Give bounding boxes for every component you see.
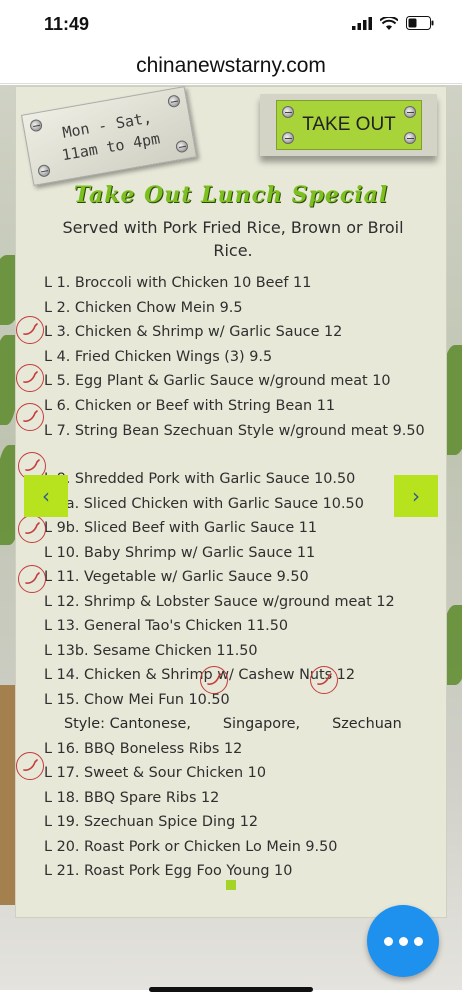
- address-bar[interactable]: chinanewstarny.com: [0, 48, 462, 84]
- url-text: chinanewstarny.com: [136, 53, 326, 77]
- menu-item: L 13b. Sesame Chicken 11.50: [44, 642, 258, 659]
- menu-item: L 14. Chicken & Shrimp w/ Cashew Nuts 12: [44, 667, 355, 683]
- signal-icon: [352, 16, 372, 30]
- style-options: Style: Cantonese, Singapore, Szechuan: [64, 716, 402, 732]
- menu-item: L 2. Chicken Chow Mein 9.5: [44, 299, 243, 316]
- wifi-icon: [380, 16, 398, 30]
- menu-item: L 18. BBQ Spare Ribs 12: [44, 789, 220, 806]
- served-with-text: Served with Pork Fried Rice, Brown or Br…: [62, 218, 404, 260]
- takeout-plate: TAKE OUT: [260, 94, 437, 156]
- menu-item: L 10. Baby Shrimp w/ Garlic Sauce 11: [44, 544, 316, 561]
- chili-pepper-icon: [16, 752, 44, 780]
- chili-pepper-icon: [18, 565, 46, 593]
- home-indicator: [149, 987, 313, 992]
- menu-item: L 17. Sweet & Sour Chicken 10: [44, 765, 266, 781]
- menu-item: L 20. Roast Pork or Chicken Lo Mein 9.50: [44, 838, 338, 855]
- special-title: Take Out Lunch Special: [73, 182, 389, 208]
- status-time: 11:49: [44, 14, 90, 34]
- chili-pepper-icon: [16, 316, 44, 344]
- chili-pepper-icon: [200, 666, 228, 694]
- menu-item: L 19. Szechuan Spice Ding 12: [44, 814, 259, 830]
- menu-item: L 3. Chicken & Shrimp w/ Garlic Sauce 12: [44, 324, 343, 340]
- menu-item: L 7. String Bean Szechuan Style w/ground…: [44, 423, 425, 439]
- chili-pepper-icon: [16, 364, 44, 392]
- status-bar: 11:49: [0, 0, 462, 48]
- next-slide-button[interactable]: ›: [394, 475, 438, 517]
- chili-pepper-icon: [18, 515, 46, 543]
- menu-item: L 4. Fried Chicken Wings (3) 9.5: [44, 348, 273, 365]
- status-icons: [352, 16, 434, 30]
- slide-indicator[interactable]: [226, 880, 236, 890]
- previous-slide-button[interactable]: ‹: [24, 475, 68, 517]
- menu-item: L 9b. Sliced Beef with Garlic Sauce 11: [44, 520, 318, 536]
- menu-item: L 1. Broccoli with Chicken 10 Beef 11: [44, 275, 312, 291]
- battery-icon: [406, 16, 434, 30]
- menu-item: L 15. Chow Mei Fun 10.50: [44, 691, 230, 708]
- menu-item: L 9a. Sliced Chicken with Garlic Sauce 1…: [44, 495, 364, 512]
- chili-pepper-icon: [16, 403, 44, 431]
- chili-pepper-icon: [310, 666, 338, 694]
- chevron-left-icon: ‹: [42, 484, 50, 508]
- chevron-right-icon: ›: [412, 484, 420, 508]
- menu-item: L 13. General Tao's Chicken 11.50: [44, 618, 289, 634]
- takeout-button[interactable]: TAKE OUT: [276, 100, 422, 150]
- menu-item: L 16. BBQ Boneless Ribs 12: [44, 740, 243, 757]
- menu-item: L 5. Egg Plant & Garlic Sauce w/ground m…: [44, 373, 391, 389]
- more-options-button[interactable]: [367, 905, 439, 977]
- takeout-label: TAKE OUT: [302, 114, 396, 135]
- menu-item: L 21. Roast Pork Egg Foo Young 10: [44, 863, 293, 879]
- menu-item: L 6. Chicken or Beef with String Bean 11: [44, 397, 336, 414]
- menu-item: L 8. Shredded Pork with Garlic Sauce 10.…: [44, 471, 356, 487]
- menu-list: L 1. Broccoli with Chicken 10 Beef 11 L …: [44, 272, 444, 885]
- menu-item: L 12. Shrimp & Lobster Sauce w/ground me…: [44, 593, 395, 610]
- menu-item: L 11. Vegetable w/ Garlic Sauce 9.50: [44, 569, 309, 585]
